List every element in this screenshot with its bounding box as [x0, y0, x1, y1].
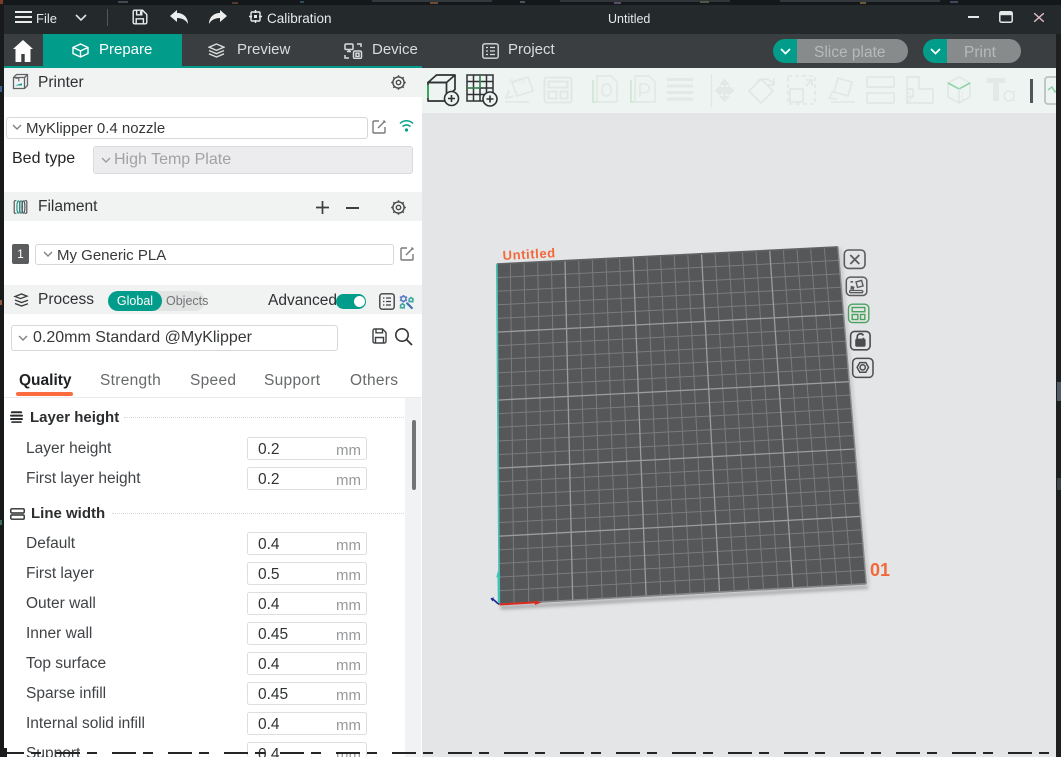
- svg-text:AUTO: AUTO: [509, 79, 526, 85]
